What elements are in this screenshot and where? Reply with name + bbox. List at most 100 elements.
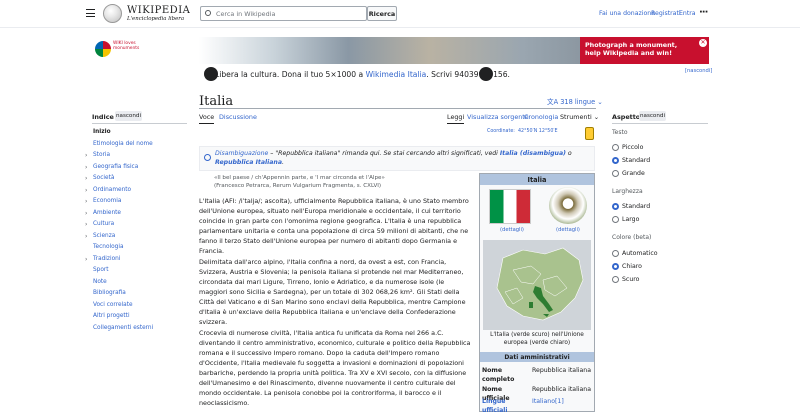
login-link[interactable]: Entra (679, 10, 696, 17)
emblem-of-italy[interactable] (549, 187, 587, 224)
chevron-right-icon[interactable]: › (85, 231, 87, 243)
radio-icon[interactable] (612, 203, 619, 210)
radio-icon[interactable] (612, 170, 619, 177)
toc-item-label: Cultura (93, 221, 115, 227)
radio-icon[interactable] (612, 250, 619, 257)
toc-item[interactable]: Sport (85, 265, 153, 277)
register-link[interactable]: Registrati (651, 10, 681, 17)
toc-item-label: Note (93, 278, 107, 285)
chevron-right-icon[interactable]: › (85, 254, 87, 266)
epigraph: «Il bel paese / ch'Appennin parte, e 'l … (214, 174, 385, 190)
toc-item[interactable]: › Ordinamento (85, 185, 153, 197)
donate-link[interactable]: Fai una donazione (599, 10, 655, 17)
toc-title: Indice (92, 113, 114, 121)
site-wordmark[interactable]: WIKIPEDIA (127, 5, 190, 16)
toc-item[interactable]: Tecnologia (85, 242, 153, 254)
toc-item[interactable]: › Cultura (85, 219, 153, 231)
toc-item-label: Geografia fisica (93, 163, 139, 170)
notice-text-end: . Scrivi 94039910156. (426, 70, 510, 79)
infobox-value: Repubblica italiana (532, 386, 592, 393)
width-label: Larghezza (612, 188, 643, 195)
toc-item[interactable]: › Geografia fisica (85, 162, 153, 174)
page-title: Italia (199, 94, 234, 109)
toc-item-label: Tecnologia (93, 244, 124, 250)
toc-item-label: Società (93, 175, 115, 181)
radio-label: Largo (622, 216, 640, 223)
tab-discussione[interactable]: Discussione (219, 113, 257, 121)
toc-item[interactable]: Altri progetti (85, 311, 153, 323)
locator-map[interactable] (483, 240, 591, 330)
chevron-right-icon[interactable]: › (85, 185, 87, 197)
chevron-right-icon[interactable]: › (85, 196, 87, 208)
toc-item[interactable]: › Tradizioni (85, 254, 153, 266)
featured-article-icon[interactable] (585, 127, 594, 140)
toc-item[interactable]: Voci correlate (85, 300, 153, 312)
chevron-right-icon[interactable]: › (85, 162, 87, 174)
chevron-right-icon[interactable]: › (85, 150, 87, 162)
flag-of-italy[interactable] (489, 189, 531, 224)
hide-notice-link[interactable]: [nascondi] (685, 68, 712, 74)
toc-item[interactable]: › Scienza (85, 231, 153, 243)
repubblica-italiana-link[interactable]: Repubblica Italiana (215, 159, 282, 166)
toc-hide-button[interactable]: nascondi (115, 111, 142, 121)
toc-item-label: Economia (93, 198, 122, 204)
more-options-icon[interactable]: ··· (699, 7, 708, 18)
map-caption: L'Italia (verde scuro) nell'Unione europ… (490, 332, 584, 346)
search-icon (205, 10, 211, 16)
table-of-contents: Inizio Etimologia del nome › Storia › Geograf… (85, 127, 153, 334)
text-size-label: Testo (612, 129, 628, 136)
toc-item-label: Storia (93, 152, 111, 158)
banner-close-icon[interactable]: ✕ (699, 39, 707, 47)
toc-item-label: Altri progetti (93, 313, 130, 319)
infobox-value: Repubblica italiana (532, 367, 592, 374)
tools-menu[interactable]: Strumenti ⌄ (560, 113, 599, 121)
toc-item[interactable]: Note (85, 277, 153, 289)
chevron-right-icon[interactable]: › (85, 219, 87, 231)
radio-icon[interactable] (612, 144, 619, 151)
toc-item[interactable]: Etimologia del nome (85, 139, 153, 151)
banner-cta[interactable]: Photograph a monument, help Wikipedia an… (580, 37, 709, 64)
infobox-value-link[interactable]: Italiano[1] (532, 397, 564, 406)
flag-details-link[interactable]: (dettagli) (500, 227, 524, 233)
tab-leggi[interactable]: Leggi (447, 113, 465, 124)
toc-item-label: Tradizioni (93, 255, 121, 262)
toc-item[interactable]: › Società (85, 173, 153, 185)
language-button[interactable]: 文A 318 lingue ⌄ (547, 96, 603, 106)
italia-disambigua-link[interactable]: Italia (disambigua) (500, 150, 566, 157)
radio-label: Piccolo (622, 144, 644, 151)
toc-item-label: Ordinamento (93, 186, 132, 193)
search-button[interactable]: Ricerca (367, 6, 397, 21)
toc-item[interactable]: Inizio (85, 127, 153, 139)
infobox-section-header: Dati amministrativi (480, 352, 594, 362)
tab-visualizza-sorgente[interactable]: Visualizza sorgente (467, 113, 529, 121)
chevron-right-icon[interactable]: › (85, 173, 87, 185)
toc-item[interactable]: Bibliografia (85, 288, 153, 300)
wikipedia-logo[interactable] (103, 4, 122, 23)
radio-icon[interactable] (612, 276, 619, 283)
toc-item[interactable]: › Economia (85, 196, 153, 208)
main-menu-icon[interactable] (86, 9, 95, 20)
quote-line: «Il bel paese / ch'Appennin parte, e 'l … (214, 175, 385, 181)
tools-label: Strumenti (560, 113, 592, 121)
toc-item-label: Scienza (93, 232, 116, 239)
search-input[interactable]: Cerca in Wikipedia (200, 6, 367, 21)
emblem-details-link[interactable]: (dettagli) (556, 227, 580, 233)
infobox-key-link[interactable]: Lingue ufficiali (482, 397, 530, 412)
toc-item[interactable]: › Storia (85, 150, 153, 162)
tab-voce[interactable]: Voce (199, 113, 215, 124)
tab-cronologia[interactable]: Cronologia (524, 113, 558, 121)
radio-icon[interactable] (612, 157, 619, 164)
chevron-right-icon[interactable]: › (85, 208, 87, 220)
color-label: Colore (beta) (612, 234, 652, 241)
search-placeholder: Cerca in Wikipedia (216, 10, 276, 18)
wikimedia-italia-link[interactable]: Wikimedia Italia (366, 70, 427, 79)
coordinates-link[interactable]: 42°50′N 12°50′E (518, 129, 558, 134)
toc-item[interactable]: › Ambiente (85, 208, 153, 220)
language-count: 318 lingue (560, 98, 596, 106)
disambiguation-link[interactable]: Disambiguazione (215, 150, 268, 157)
toc-item[interactable]: Collegamenti esterni (85, 323, 153, 335)
radio-icon[interactable] (612, 263, 619, 270)
radio-label: Chiaro (622, 263, 642, 270)
radio-icon[interactable] (612, 216, 619, 223)
appearance-hide-button[interactable]: nascondi (639, 111, 666, 121)
